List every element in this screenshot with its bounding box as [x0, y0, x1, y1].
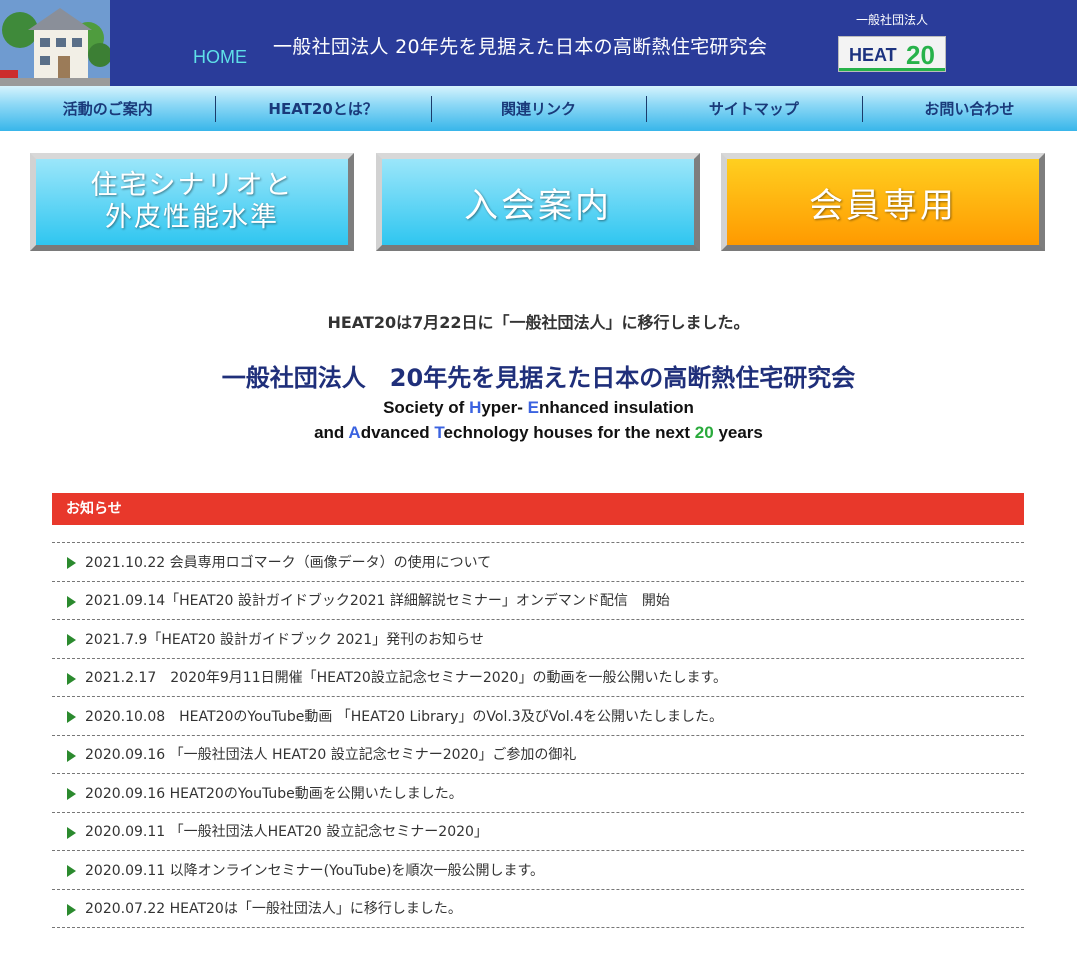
members-only-button[interactable]: 会員専用: [721, 153, 1045, 251]
main-nav: 活動のご案内 HEAT20とは？ 関連リンク サイトマップ お問い合わせ: [0, 86, 1077, 131]
news-item[interactable]: 2020.07.22 HEAT20は「一般社団法人」に移行しました。: [52, 890, 1024, 928]
arrow-right-icon: [67, 865, 76, 878]
news-item[interactable]: 2020.10.08 HEAT20のYouTube動画 「HEAT20 Libr…: [52, 697, 1024, 736]
housing-scenario-button[interactable]: 住宅シナリオと 外皮性能水準: [30, 153, 354, 251]
organization-name: 一般社団法人 20年先を見据えた日本の高断熱住宅研究会: [221, 364, 856, 392]
english-name-line1: Society of Hyper- Enhanced insulation: [383, 398, 694, 417]
news-item[interactable]: 2020.09.11 「一般社団法人HEAT20 設立記念セミナー2020」: [52, 813, 1024, 851]
english-name-line2: and Advanced Technology houses for the n…: [314, 423, 763, 442]
join-label: 入会案内: [464, 185, 612, 226]
heat20-logo-badge[interactable]: HEAT 20: [838, 36, 946, 72]
arrow-right-icon: [67, 711, 76, 724]
site-header: HOME 一般社団法人 20年先を見据えた日本の高断熱住宅研究会 一般社団法人 …: [0, 0, 1077, 86]
arrow-right-icon: [67, 672, 76, 685]
badge-org-label: 一般社団法人: [856, 13, 929, 27]
news-item[interactable]: 2021.10.22 会員専用ロゴマーク（画像データ）の使用について: [52, 543, 1024, 582]
news-item[interactable]: 2020.09.11 以降オンラインセミナー(YouTube)を順次一般公開しま…: [52, 851, 1024, 890]
arrow-right-icon: [67, 634, 76, 647]
news-item[interactable]: 2021.09.14「HEAT20 設計ガイドブック2021 詳細解説セミナー」…: [52, 582, 1024, 620]
scenario-line2: 外皮性能水準: [105, 202, 279, 233]
membership-info-button[interactable]: 入会案内: [376, 153, 700, 251]
arrow-right-icon: [67, 826, 76, 839]
news-header: お知らせ: [52, 493, 1024, 525]
scenario-line1: 住宅シナリオと: [90, 170, 294, 201]
nav-contact[interactable]: お問い合わせ: [861, 86, 1077, 131]
house-illustration-logo[interactable]: [0, 0, 110, 86]
home-link[interactable]: HOME: [193, 47, 247, 68]
badge-underline: [839, 68, 945, 71]
arrow-right-icon: [67, 557, 76, 570]
nav-about-heat20[interactable]: HEAT20とは？: [215, 86, 430, 131]
badge-heat-text: HEAT: [849, 45, 897, 65]
nav-related-links[interactable]: 関連リンク: [430, 86, 646, 131]
news-item[interactable]: 2021.2.17 2020年9月11日開催「HEAT20設立記念セミナー202…: [52, 659, 1024, 697]
news-list: 2021.10.22 会員専用ロゴマーク（画像データ）の使用について 2021.…: [52, 542, 1024, 928]
nav-sitemap[interactable]: サイトマップ: [646, 86, 861, 131]
news-item[interactable]: 2021.7.9「HEAT20 設計ガイドブック 2021」発刊のお知らせ: [52, 620, 1024, 659]
news-item[interactable]: 2020.09.16 「一般社団法人 HEAT20 設立記念セミナー2020」ご…: [52, 736, 1024, 774]
arrow-right-icon: [67, 788, 76, 801]
news-item[interactable]: 2020.09.16 HEAT20のYouTube動画を公開いたしました。: [52, 774, 1024, 813]
arrow-right-icon: [67, 903, 76, 916]
member-label: 会員専用: [809, 185, 957, 226]
transition-announcement: HEAT20は7月22日に「一般社団法人」に移行しました。: [327, 313, 750, 332]
badge-20-text: 20: [906, 40, 935, 70]
site-title: 一般社団法人 20年先を見据えた日本の高断熱住宅研究会: [273, 36, 768, 58]
arrow-right-icon: [67, 595, 76, 608]
nav-activities[interactable]: 活動のご案内: [0, 86, 215, 131]
arrow-right-icon: [67, 749, 76, 762]
